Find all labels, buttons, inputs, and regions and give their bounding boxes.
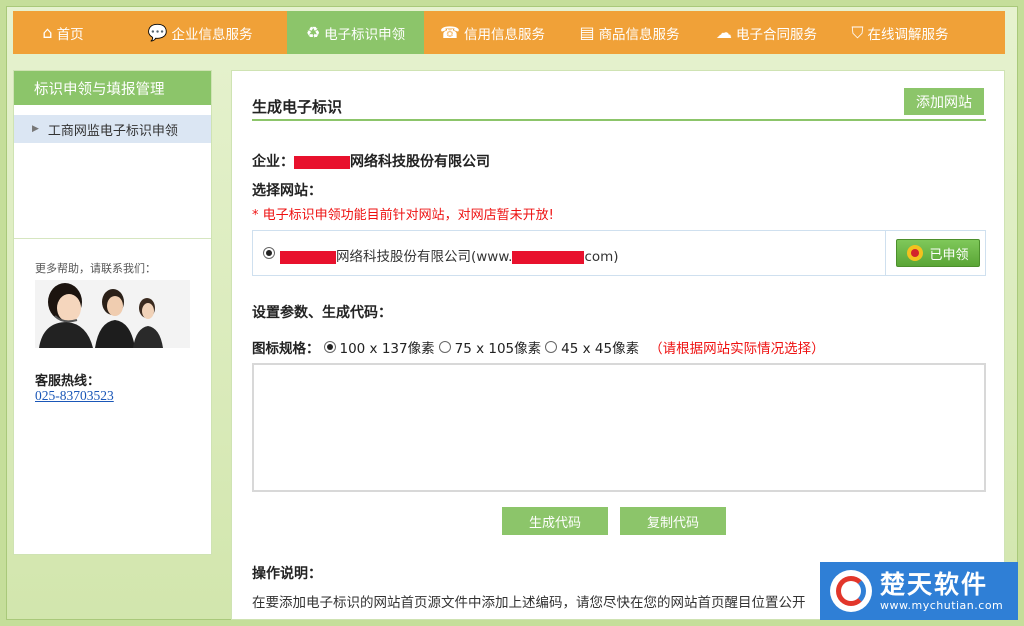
shield-icon: ⛉	[851, 22, 864, 42]
top-nav: ⌂ 首页 💬 企业信息服务 ♻ 电子标识申领 ☎ 信用信息服务 ▤ 商品信息服务 ☁ 电子合同服务 ⛉ 在…	[13, 11, 1005, 54]
sidebar: 标识申领与填报管理 ▶ 工商网监电子标识申领 更多帮助，请联系我们： 客服热线：…	[13, 70, 212, 555]
sidebar-item-label-apply[interactable]: ▶ 工商网监电子标识申领	[14, 115, 211, 143]
spec-option-label: 75 x 105像素	[454, 341, 542, 357]
instructions-title: 操作说明：	[252, 566, 322, 582]
watermark-name: 楚天软件	[880, 569, 989, 599]
nav-tab-label: 首页	[56, 26, 84, 43]
company-name: 网络科技股份有限公司	[350, 154, 490, 170]
nav-tab-1[interactable]: 💬 企业信息服务	[113, 11, 287, 54]
page-title: 生成电子标识	[252, 98, 343, 116]
nav-tab-4[interactable]: ▤ 商品信息服务	[561, 11, 698, 54]
site-row: 网络科技股份有限公司(www. com) 已申领	[252, 230, 986, 276]
instructions-text: 在要添加电子标识的网站首页源文件中添加上述编码，请您尽快在您的网站首页醒目位置公…	[252, 595, 806, 611]
add-website-button[interactable]: 添加网站	[904, 88, 984, 115]
home-icon: ⌂	[42, 22, 53, 42]
copy-code-button[interactable]: 复制代码	[620, 507, 726, 535]
nav-tab-label: 企业信息服务	[171, 26, 253, 43]
title-underline	[252, 119, 986, 121]
spec-radio-100x137[interactable]	[323, 341, 336, 353]
sidebar-divider	[14, 238, 211, 239]
nav-tab-label: 电子标识申领	[324, 26, 406, 43]
redacted-block	[294, 155, 350, 169]
spec-label: 图标规格：	[252, 341, 320, 357]
site-name: 网络科技股份有限公司(www.	[336, 249, 513, 265]
site-radio[interactable]	[263, 247, 275, 259]
code-textarea[interactable]	[252, 363, 986, 492]
nav-tab-label: 电子合同服务	[736, 26, 817, 43]
applied-status-label: 已申领	[929, 247, 969, 263]
params-label: 设置参数、生成代码：	[252, 305, 392, 321]
watermark-url: www.mychutian.com	[880, 598, 1004, 612]
applied-status-button[interactable]: 已申领	[896, 239, 980, 267]
recycle-icon: ♻	[305, 22, 321, 42]
hotline-phone-link[interactable]: 025-83703523	[35, 388, 114, 404]
nav-tab-0[interactable]: ⌂ 首页	[13, 11, 113, 54]
nav-tab-6[interactable]: ⛉ 在线调解服务	[835, 11, 965, 54]
spec-hint: （请根据网站实际情况选择）	[649, 341, 825, 357]
choose-site-label: 选择网站：	[252, 183, 322, 199]
company-line: 企业： 网络科技股份有限公司	[252, 151, 490, 171]
badge-icon	[907, 245, 924, 261]
main-panel: 生成电子标识 添加网站 企业： 网络科技股份有限公司 选择网站： * 电子标识申领…	[231, 70, 1005, 620]
nav-tab-3[interactable]: ☎ 信用信息服务	[424, 11, 561, 54]
help-title: 更多帮助，请联系我们：	[35, 262, 156, 275]
redacted-block	[512, 250, 585, 264]
generate-code-button[interactable]: 生成代码	[502, 507, 608, 535]
hotline-label: 客服热线：	[35, 374, 101, 389]
sidebar-item-label: 工商网监电子标识申领	[47, 123, 178, 139]
nav-tab-2[interactable]: ♻ 电子标识申领	[287, 11, 424, 54]
spec-option-label: 45 x 45像素	[561, 341, 640, 357]
spec-option-label: 100 x 137像素	[339, 341, 435, 357]
spec-radio-75x105[interactable]	[438, 341, 451, 353]
spec-radio-45x45[interactable]	[545, 341, 558, 353]
site-domain: com)	[584, 249, 619, 265]
nav-tab-label: 在线调解服务	[867, 26, 949, 43]
company-label: 企业：	[252, 154, 294, 170]
phone-icon: ☎	[440, 22, 460, 42]
spec-row: 图标规格： 100 x 137像素 75 x 105像素 45 x 45像素 （…	[252, 337, 825, 357]
chutian-logo-icon	[830, 570, 872, 612]
watermark-text: 楚天软件 www.mychutian.com	[880, 569, 1004, 612]
chat-icon: 💬	[147, 22, 168, 42]
sidebar-title: 标识申领与填报管理	[14, 71, 211, 105]
redacted-block	[280, 250, 336, 264]
site-notice: * 电子标识申领功能目前针对网站，对网店暂未开放!	[252, 208, 554, 223]
nav-tab-label: 商品信息服务	[598, 26, 680, 43]
site-text: 网络科技股份有限公司(www. com)	[280, 245, 619, 265]
cloud-icon: ☁	[716, 22, 732, 42]
support-staff-image	[35, 280, 190, 348]
document-icon: ▤	[579, 22, 595, 42]
watermark-logo: 楚天软件 www.mychutian.com	[820, 562, 1018, 620]
site-row-divider	[885, 231, 886, 275]
nav-tab-label: 信用信息服务	[463, 26, 545, 43]
chevron-right-icon: ▶	[32, 124, 39, 134]
nav-tab-5[interactable]: ☁ 电子合同服务	[698, 11, 835, 54]
